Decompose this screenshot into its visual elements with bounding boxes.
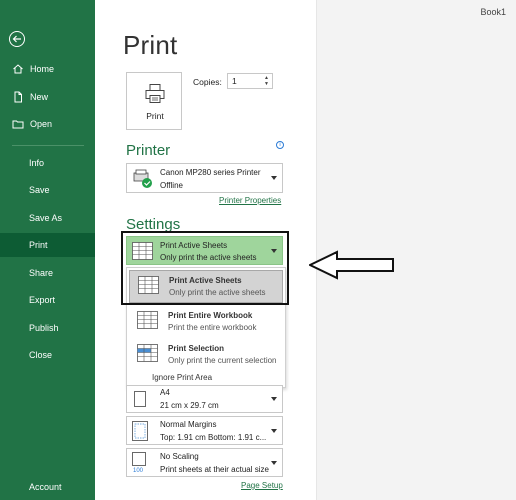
- menu-item-print-selection[interactable]: Print Selection Only print the current s…: [127, 339, 285, 371]
- paper-size-select[interactable]: A4 21 cm x 29.7 cm: [126, 385, 283, 413]
- sidebar-item-label: Home: [30, 64, 55, 74]
- highlight-annotation-box: [121, 231, 289, 305]
- margins-select[interactable]: Normal Margins Top: 1.91 cm Bottom: 1.91…: [126, 416, 283, 445]
- sidebar-item-open[interactable]: Open: [0, 112, 95, 136]
- sidebar-item-close[interactable]: Close: [0, 343, 95, 367]
- printer-ready-icon: [133, 169, 152, 188]
- open-folder-icon: [12, 118, 24, 130]
- annotation-arrow-icon: [309, 250, 394, 280]
- sidebar-item-label: Open: [30, 119, 53, 129]
- sidebar-item-save-as[interactable]: Save As: [0, 206, 95, 230]
- backstage-sidebar: Home New Open Info Save Save As Print Sh…: [0, 0, 95, 500]
- margins-subtitle: Top: 1.91 cm Bottom: 1.91 c...: [160, 433, 267, 442]
- sidebar-item-label: Save As: [29, 213, 63, 223]
- back-arrow-icon[interactable]: [9, 31, 25, 47]
- sidebar-item-new[interactable]: New: [0, 85, 95, 109]
- document-title: Book1: [480, 7, 506, 17]
- paper-size-subtitle: 21 cm x 29.7 cm: [160, 401, 219, 410]
- sidebar-item-label: Save: [29, 185, 50, 195]
- sidebar-item-print[interactable]: Print: [0, 233, 95, 257]
- printer-status: Offline: [160, 181, 183, 190]
- margins-title: Normal Margins: [160, 420, 217, 429]
- scaling-subtitle: Print sheets at their actual size: [160, 465, 269, 474]
- print-button-label: Print: [146, 111, 164, 121]
- printer-heading: Printer: [126, 142, 171, 159]
- menu-item-title: Print Entire Workbook: [168, 311, 253, 320]
- chevron-down-icon: [271, 460, 277, 465]
- sidebar-item-label: New: [30, 92, 49, 102]
- scaling-title: No Scaling: [160, 452, 199, 461]
- printer-icon: [145, 84, 165, 103]
- printer-properties-link[interactable]: Printer Properties: [219, 196, 281, 205]
- sidebar-item-label: Info: [29, 158, 45, 168]
- menu-item-subtitle: Only print the current selection: [168, 356, 277, 365]
- page-setup-link[interactable]: Page Setup: [241, 481, 283, 490]
- sidebar-item-info[interactable]: Info: [0, 151, 95, 175]
- sidebar-item-label: Publish: [29, 323, 59, 333]
- new-document-icon: [12, 91, 24, 103]
- scaling-icon: 100: [132, 452, 146, 473]
- copies-value: 1: [232, 76, 237, 86]
- copies-label: Copies:: [193, 77, 222, 87]
- menu-item-title: Print Selection: [168, 344, 225, 353]
- scaling-select[interactable]: 100 No Scaling Print sheets at their act…: [126, 448, 283, 477]
- chevron-down-icon: [271, 397, 277, 401]
- menu-item-subtitle: Print the entire workbook: [168, 323, 257, 332]
- sidebar-item-label: Close: [29, 350, 53, 360]
- selection-grid-icon: [137, 344, 158, 362]
- sidebar-item-account[interactable]: Account: [0, 475, 95, 499]
- sidebar-item-home[interactable]: Home: [0, 57, 95, 81]
- scaling-icon-text: 100: [133, 468, 144, 473]
- menu-item-print-entire-workbook[interactable]: Print Entire Workbook Print the entire w…: [127, 306, 285, 338]
- page-title: Print: [123, 30, 178, 60]
- chevron-down-icon: [271, 176, 277, 180]
- sidebar-item-share[interactable]: Share: [0, 261, 95, 285]
- chevron-down-icon: [271, 428, 277, 433]
- copies-stepper[interactable]: 1 ▲ ▼: [227, 73, 273, 89]
- sidebar-item-export[interactable]: Export: [0, 288, 95, 312]
- ignore-print-area-option[interactable]: Ignore Print Area: [152, 373, 212, 382]
- paper-size-title: A4: [160, 388, 170, 397]
- sidebar-divider: [12, 145, 84, 146]
- sidebar-item-label: Account: [29, 482, 62, 492]
- home-icon: [12, 63, 24, 75]
- margins-icon: [132, 421, 148, 441]
- sidebar-item-label: Export: [29, 295, 56, 305]
- sidebar-item-label: Share: [29, 268, 54, 278]
- printer-select[interactable]: Canon MP280 series Printer Offline: [126, 163, 283, 193]
- printer-name: Canon MP280 series Printer: [160, 168, 261, 177]
- info-icon[interactable]: i: [276, 141, 284, 149]
- spinner-arrows-icon[interactable]: ▲ ▼: [264, 75, 269, 87]
- sidebar-item-save[interactable]: Save: [0, 178, 95, 202]
- sidebar-item-label: Print: [29, 240, 48, 250]
- sidebar-item-publish[interactable]: Publish: [0, 316, 95, 340]
- print-button[interactable]: Print: [126, 72, 182, 130]
- workbook-grid-icon: [137, 311, 158, 329]
- paper-icon: [134, 391, 146, 407]
